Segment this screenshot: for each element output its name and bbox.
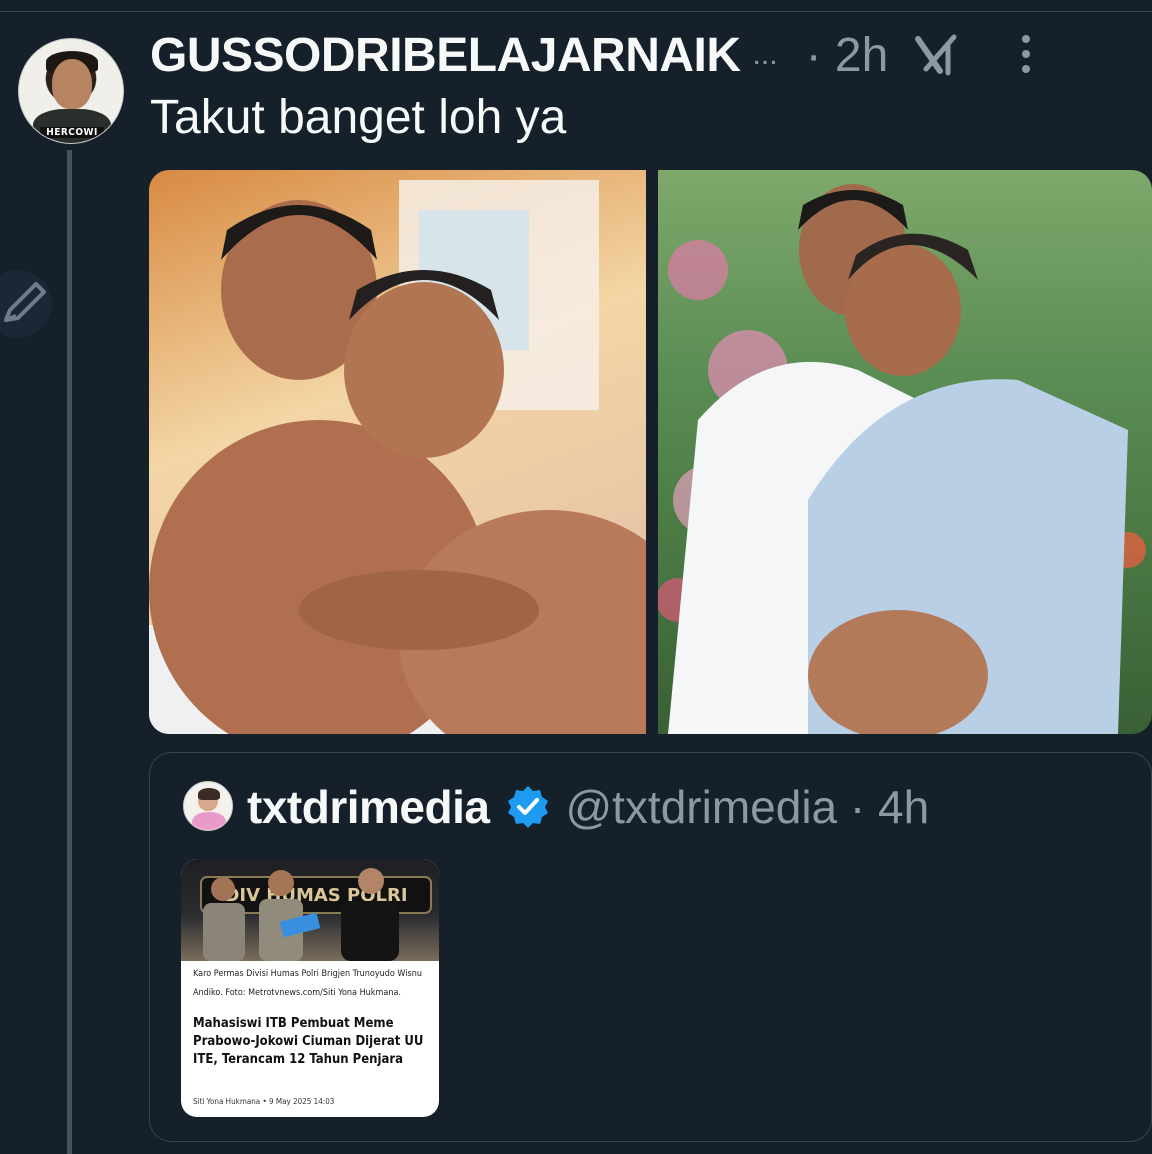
- quoted-handle-time: @txtdrimedia · 4h: [565, 781, 930, 833]
- top-divider: [0, 0, 1152, 12]
- tweet-header: GUSSODRIBELAJARNAIK ... · 2h: [150, 24, 1145, 86]
- compose-pencil-icon[interactable]: [0, 270, 54, 338]
- quoted-tweet-card[interactable]: txtdrimedia @txtdrimedia · 4h DIV HUMAS …: [149, 752, 1152, 1142]
- tweet-text: Takut banget loh ya: [150, 91, 567, 144]
- thumbnail-caption: Karo Permas Divisi Humas Polri Brigjen T…: [193, 969, 422, 998]
- quoted-avatar-hair: [198, 788, 220, 800]
- grok-icon[interactable]: [914, 33, 958, 77]
- thumbnail-photo-illustration: DIV HUMAS POLRI: [200, 868, 432, 961]
- thumbnail-headline: Mahasiswi ITB Pembuat Meme Prabowo-Jokow…: [193, 1016, 424, 1067]
- quoted-author-avatar[interactable]: [183, 781, 233, 831]
- more-vertical-icon[interactable]: [1018, 33, 1034, 77]
- media-photo-1[interactable]: [149, 170, 646, 734]
- author-avatar[interactable]: HERCOWI: [18, 38, 124, 144]
- quoted-tweet-header: txtdrimedia @txtdrimedia · 4h: [247, 777, 929, 837]
- thumbnail-photo: DIV HUMAS POLRI: [181, 859, 439, 961]
- photo-2-illustration: [658, 184, 1146, 734]
- quoted-avatar-shirt: [192, 812, 226, 830]
- photo-1-illustration: [149, 180, 646, 734]
- media-grid: [149, 170, 1152, 734]
- author-display-name[interactable]: GUSSODRIBELAJARNAIK: [150, 28, 741, 83]
- quoted-display-name[interactable]: txtdrimedia: [247, 780, 490, 834]
- thread-line: [67, 150, 72, 1154]
- thumbnail-byline: Siti Yona Hukmana • 9 May 2025 14:03: [193, 1097, 335, 1106]
- name-overflow: ...: [752, 38, 778, 71]
- quoted-media-thumbnail[interactable]: DIV HUMAS POLRI Karo Permas Divisi Humas…: [181, 859, 439, 1117]
- tweet-timestamp[interactable]: · 2h: [806, 28, 889, 83]
- verified-badge-icon: [508, 786, 549, 828]
- avatar-face: [52, 59, 92, 109]
- media-photo-2[interactable]: [658, 170, 1152, 734]
- avatar-caption: HERCOWI: [40, 127, 104, 138]
